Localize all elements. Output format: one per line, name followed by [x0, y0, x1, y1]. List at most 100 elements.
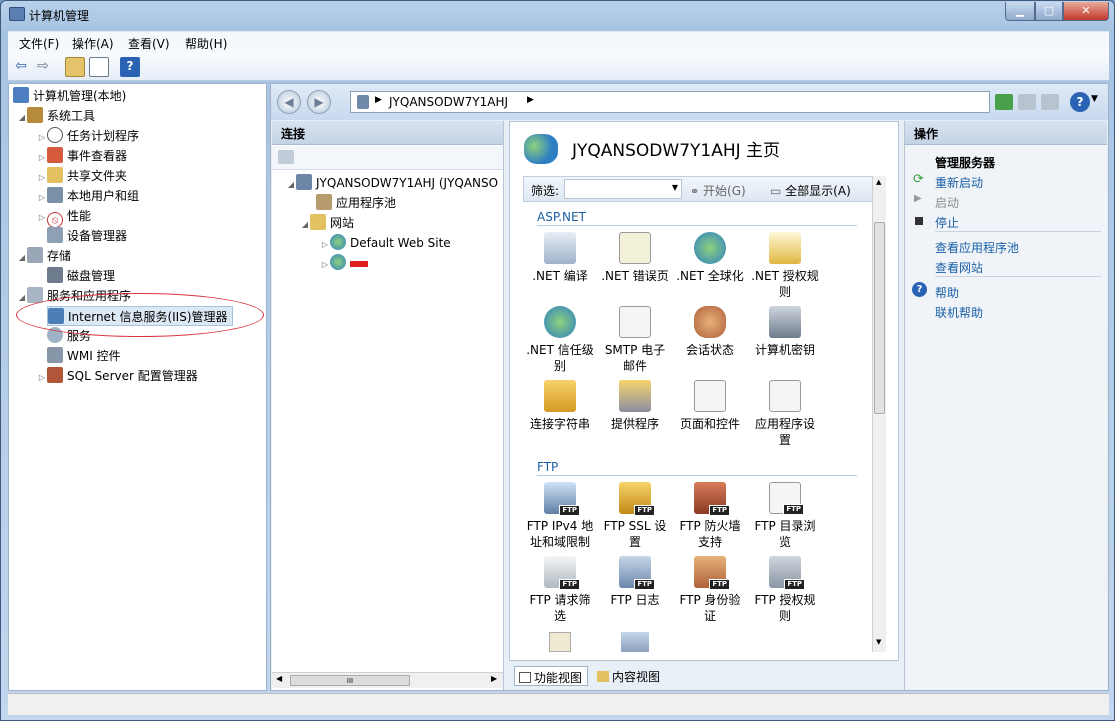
tree-shared-folders[interactable]: ▷ 共享文件夹 [37, 166, 127, 186]
feature-ftp-authorization[interactable]: FTP FTP 授权规则 [748, 556, 822, 624]
action-restart[interactable]: 重新启动 [935, 174, 983, 191]
tree-system-tools[interactable]: ◢ 系统工具 [17, 106, 95, 126]
back-button[interactable]: ◀ [277, 90, 301, 114]
scroll-up-icon[interactable]: ▲ [876, 178, 881, 186]
partial-feature-icon[interactable] [549, 632, 571, 652]
breadcrumb-arrow-icon[interactable]: ▶ [375, 95, 382, 105]
tree-performance[interactable]: ▷ ⦸ 性能 [37, 206, 91, 228]
feature-machine-key[interactable]: 计算机密钥 [748, 306, 822, 358]
partial-feature-icon[interactable] [621, 632, 649, 652]
help-dropdown-icon[interactable]: ▼ [1091, 94, 1098, 104]
connect-icon[interactable] [278, 150, 294, 164]
scroll-right-icon[interactable]: ▶ [491, 674, 497, 683]
tree-sql-config[interactable]: ▷ SQL Server 配置管理器 [37, 366, 198, 386]
maximize-button[interactable]: ▢ [1035, 2, 1063, 21]
show-all-button[interactable]: ▭ 全部显示(A) [770, 182, 851, 199]
feature-ftp-directory-browsing[interactable]: FTP FTP 目录浏览 [748, 482, 822, 550]
action-online-help[interactable]: 联机帮助 [935, 304, 983, 321]
collapsed-arrow-icon[interactable]: ▷ [37, 168, 47, 188]
tree-local-users[interactable]: ▷ 本地用户和组 [37, 186, 139, 206]
tree-disk-management[interactable]: 磁盘管理 [47, 266, 115, 286]
feature-net-compilation[interactable]: .NET 编译 [523, 232, 597, 284]
menu-file[interactable]: 文件(F) [19, 35, 59, 52]
expanded-arrow-icon[interactable]: ◢ [17, 288, 27, 308]
tree-wmi[interactable]: WMI 控件 [47, 346, 121, 366]
tab-features-view[interactable]: 功能视图 [514, 666, 589, 686]
collapsed-arrow-icon[interactable]: ▷ [37, 368, 47, 388]
conn-sites[interactable]: ◢ 网站 [300, 213, 354, 233]
action-view-sites[interactable]: 查看网站 [935, 259, 983, 276]
conn-app-pools[interactable]: 应用程序池 [316, 193, 396, 213]
feature-net-error-pages[interactable]: .NET 错误页 [598, 232, 672, 284]
feature-providers[interactable]: 提供程序 [598, 380, 672, 432]
expanded-arrow-icon[interactable]: ◢ [17, 108, 27, 128]
feature-net-trust-levels[interactable]: .NET 信任级别 [523, 306, 597, 374]
tree-event-viewer[interactable]: ▷ 事件查看器 [37, 146, 127, 166]
menu-help[interactable]: 帮助(H) [185, 35, 227, 52]
feature-ftp-ssl[interactable]: FTP FTP SSL 设置 [598, 482, 672, 550]
feature-ftp-request-filtering[interactable]: FTP FTP 请求筛选 [523, 556, 597, 624]
conn-redacted-site[interactable]: ▷ [320, 253, 368, 273]
feature-ftp-authentication[interactable]: FTP FTP 身份验证 [673, 556, 747, 624]
action-start[interactable]: 启动 [935, 194, 959, 211]
feature-connection-strings[interactable]: 连接字符串 [523, 380, 597, 432]
action-view-app-pools[interactable]: 查看应用程序池 [935, 239, 1019, 256]
feature-net-authorization[interactable]: .NET 授权规则 [748, 232, 822, 300]
feature-pages-controls[interactable]: 页面和控件 [673, 380, 747, 432]
collapsed-arrow-icon[interactable]: ▷ [37, 148, 47, 168]
filter-input[interactable]: ▼ [564, 179, 682, 199]
feature-net-globalization[interactable]: .NET 全球化 [673, 232, 747, 284]
back-arrow-icon[interactable]: ⇦ [11, 57, 31, 77]
scroll-thumb[interactable] [874, 222, 885, 414]
scroll-down-icon[interactable]: ▼ [876, 638, 881, 646]
scroll-thumb[interactable]: III [290, 675, 410, 686]
address-breadcrumb[interactable]: ▶ JYQANSODW7Y1AHJ ▶ [350, 91, 990, 113]
collapsed-arrow-icon[interactable]: ▷ [320, 255, 330, 275]
show-hide-tree-icon[interactable] [89, 57, 109, 77]
breadcrumb-server[interactable]: JYQANSODW7Y1AHJ [389, 95, 508, 109]
scroll-left-icon[interactable]: ◀ [276, 674, 282, 683]
title-bar[interactable]: 计算机管理 ▁ ▢ ✕ [1, 1, 1114, 29]
filter-bar: 筛选: ▼ ⚭ 开始(G) ▭ 全部显示(A) [523, 176, 873, 202]
expanded-arrow-icon[interactable]: ◢ [300, 215, 310, 235]
tree-task-scheduler[interactable]: ▷ 任务计划程序 [37, 126, 139, 146]
breadcrumb-arrow-icon[interactable]: ▶ [527, 95, 534, 105]
tree-storage[interactable]: ◢ 存储 [17, 246, 71, 266]
feature-session-state[interactable]: 会话状态 [673, 306, 747, 358]
collapsed-arrow-icon[interactable]: ▷ [37, 208, 47, 228]
feature-ftp-logging[interactable]: FTP FTP 日志 [598, 556, 672, 608]
menu-view[interactable]: 查看(V) [128, 35, 170, 52]
expanded-arrow-icon[interactable]: ◢ [17, 248, 27, 268]
feature-ftp-firewall[interactable]: FTP FTP 防火墙 支持 [673, 482, 747, 550]
collapsed-arrow-icon[interactable]: ▷ [320, 235, 330, 255]
conn-server[interactable]: ◢ JYQANSODW7Y1AHJ (JYQANSO [286, 173, 498, 193]
go-button[interactable]: ⚭ 开始(G) [690, 182, 746, 199]
providers-icon [619, 380, 651, 412]
feature-ftp-ip-restrictions[interactable]: FTP FTP IPv4 地址和域限制 [523, 482, 597, 550]
forward-arrow-icon[interactable]: ⇨ [33, 57, 53, 77]
tree-device-manager[interactable]: 设备管理器 [47, 226, 127, 246]
feature-app-settings[interactable]: 应用程序设置 [748, 380, 822, 448]
conn-default-site[interactable]: ▷ Default Web Site [320, 233, 451, 253]
close-button[interactable]: ✕ [1063, 2, 1109, 21]
action-help[interactable]: 帮助 [935, 284, 959, 301]
forward-button[interactable]: ▶ [307, 90, 331, 114]
action-stop[interactable]: 停止 [935, 214, 959, 231]
home-icon[interactable] [1041, 94, 1059, 110]
expanded-arrow-icon[interactable]: ◢ [286, 175, 296, 195]
help-icon[interactable]: ? [120, 57, 140, 77]
collapsed-arrow-icon[interactable]: ▷ [37, 128, 47, 148]
collapsed-arrow-icon[interactable]: ▷ [37, 188, 47, 208]
tree-root[interactable]: 计算机管理(本地) [13, 86, 126, 106]
tab-content-view[interactable]: 内容视图 [593, 666, 664, 686]
help-icon[interactable]: ? [1070, 92, 1090, 112]
minimize-button[interactable]: ▁ [1005, 2, 1035, 21]
up-folder-icon[interactable] [65, 57, 85, 77]
refresh-icon[interactable] [995, 94, 1013, 110]
feature-smtp-email[interactable]: SMTP 电子 邮件 [598, 306, 672, 374]
chevron-down-icon[interactable]: ▼ [672, 183, 678, 192]
menu-action[interactable]: 操作(A) [72, 35, 114, 52]
connections-hscroll[interactable]: ◀ III ▶ [272, 672, 503, 688]
stop-icon[interactable] [1018, 94, 1036, 110]
feature-vscroll[interactable]: ▲ ▼ [872, 176, 886, 652]
